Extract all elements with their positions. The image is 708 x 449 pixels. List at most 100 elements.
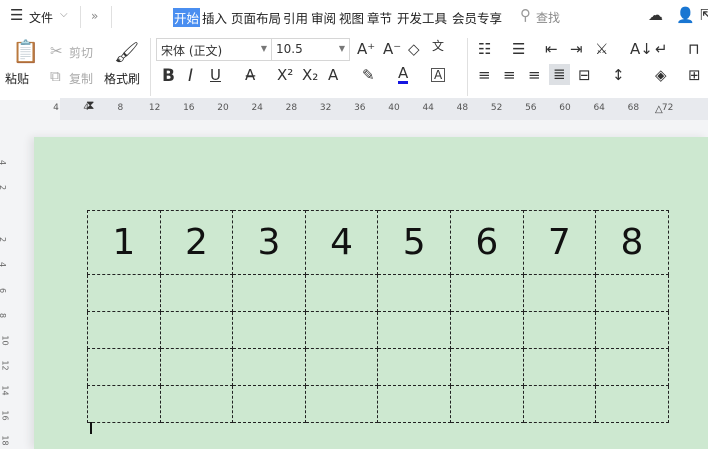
table-cell[interactable] <box>377 385 451 423</box>
more-tabs-button[interactable]: » <box>91 9 98 23</box>
table-cell[interactable] <box>232 385 306 423</box>
table-cell[interactable] <box>304 311 379 349</box>
align-center-icon[interactable]: ≡ <box>503 68 516 83</box>
line-spacing-icon[interactable]: ↕ <box>612 68 625 83</box>
tab-5[interactable]: 视图 <box>339 8 364 27</box>
tab-2[interactable]: 页面布局 <box>231 8 281 27</box>
table-cell[interactable] <box>304 348 379 386</box>
decrease-indent-icon[interactable]: ⇤ <box>545 42 558 57</box>
tab-8[interactable]: 会员专享 <box>452 8 502 27</box>
bold-icon[interactable]: B <box>162 68 175 85</box>
share-icon[interactable]: ⇱ <box>700 8 708 23</box>
indent-marker-icon[interactable]: ⧗ <box>86 98 94 113</box>
table-cell[interactable] <box>232 274 306 312</box>
add-user-icon[interactable]: 👤 <box>676 8 695 23</box>
numbered-list-icon[interactable]: ☰ <box>512 42 525 57</box>
file-menu[interactable]: 文件 <box>29 9 53 26</box>
table-cell[interactable] <box>449 311 524 349</box>
tab-7[interactable]: 开发工具 <box>397 8 447 27</box>
table-cell[interactable] <box>87 311 161 349</box>
underline-icon[interactable]: U <box>210 68 221 83</box>
table-cell[interactable] <box>87 385 161 423</box>
table-cell[interactable]: 5 <box>377 210 451 275</box>
increase-font-icon[interactable]: A⁺ <box>357 42 375 57</box>
font-color-icon[interactable]: A <box>398 66 409 84</box>
table-cell[interactable]: 7 <box>522 210 597 275</box>
table-cell[interactable] <box>87 274 161 312</box>
show-marks-icon[interactable]: ↵ <box>655 42 668 57</box>
char-border-icon[interactable]: A <box>431 68 446 82</box>
justify-icon[interactable]: ≣ <box>549 64 570 85</box>
text-effect-icon[interactable]: A <box>328 68 338 83</box>
increase-indent-icon[interactable]: ⇥ <box>570 42 583 57</box>
table-cell[interactable]: 2 <box>159 210 234 275</box>
document-table[interactable]: 12345678 <box>87 210 669 423</box>
format-painter-button[interactable]: 格式刷 <box>104 70 140 87</box>
eraser-icon[interactable]: ◇ <box>408 42 420 57</box>
table-cell[interactable] <box>522 348 597 386</box>
tab-1[interactable]: 插入 <box>202 8 227 27</box>
align-right-icon[interactable]: ≡ <box>528 68 541 83</box>
font-size-select[interactable]: 10.5 ▼ <box>271 38 350 61</box>
distribute-icon[interactable]: ⊟ <box>578 68 591 83</box>
format-painter-icon[interactable]: 🖌 <box>114 42 139 62</box>
italic-icon[interactable]: I <box>188 68 193 85</box>
table-cell[interactable] <box>522 311 597 349</box>
right-indent-icon[interactable]: △ <box>655 104 663 115</box>
chinese-layout-icon[interactable]: ⚔ <box>595 42 608 57</box>
superscript-icon[interactable]: X² <box>277 68 293 83</box>
subscript-icon[interactable]: X₂ <box>302 68 318 83</box>
decrease-font-icon[interactable]: A⁻ <box>383 42 401 57</box>
table-cell[interactable] <box>595 311 669 349</box>
table-cell[interactable]: 3 <box>232 210 306 275</box>
strikethrough-icon[interactable]: A̶ <box>245 68 255 83</box>
tab-6[interactable]: 章节 <box>367 8 392 27</box>
search-button[interactable]: 查找 <box>536 9 560 26</box>
vertical-ruler[interactable]: 4 2 2 4 6 8 10 12 14 16 18 <box>0 130 12 449</box>
bullet-list-icon[interactable]: ☷ <box>478 42 491 57</box>
borders-icon[interactable]: ⊞ <box>688 68 701 83</box>
cut-button[interactable]: 剪切 <box>69 44 93 61</box>
table-cell[interactable] <box>595 274 669 312</box>
paste-icon[interactable]: 📋 <box>12 42 39 64</box>
table-cell[interactable] <box>595 385 669 423</box>
chevron-down-icon[interactable]: ⌵ <box>60 10 68 20</box>
table-cell[interactable] <box>232 311 306 349</box>
sort-icon[interactable]: A↓ <box>630 42 653 57</box>
table-cell[interactable] <box>377 348 451 386</box>
highlight-icon[interactable]: ✎ <box>362 68 375 83</box>
cloud-icon[interactable]: ☁ <box>648 8 663 23</box>
table-cell[interactable] <box>595 348 669 386</box>
table-cell[interactable] <box>304 274 379 312</box>
horizontal-ruler[interactable]: 4 4 8 12 16 20 24 28 32 36 40 44 48 52 56 60 64 68 72 <box>53 98 708 120</box>
table-cell[interactable] <box>159 348 234 386</box>
font-name-select[interactable]: 宋体 (正文) ▼ <box>156 38 272 61</box>
table-cell[interactable] <box>522 385 597 423</box>
table-cell[interactable]: 8 <box>595 210 669 275</box>
phonetic-icon[interactable]: 文 <box>432 40 444 52</box>
tab-ruler-icon[interactable]: ⊓ <box>688 42 700 57</box>
table-cell[interactable] <box>304 385 379 423</box>
tab-3[interactable]: 引用 <box>283 8 308 27</box>
copy-button[interactable]: 复制 <box>69 70 93 87</box>
table-cell[interactable] <box>159 274 234 312</box>
table-cell[interactable] <box>232 348 306 386</box>
paste-button[interactable]: 粘贴 <box>5 70 29 87</box>
table-cell[interactable]: 6 <box>449 210 524 275</box>
tab-4[interactable]: 审阅 <box>311 8 336 27</box>
hamburger-menu-icon[interactable]: ☰ <box>10 8 23 23</box>
search-icon[interactable]: ⚲ <box>520 8 531 23</box>
table-cell[interactable]: 1 <box>87 210 161 275</box>
table-cell[interactable] <box>449 385 524 423</box>
table-cell[interactable] <box>449 348 524 386</box>
table-cell[interactable] <box>377 274 451 312</box>
shading-icon[interactable]: ◈ <box>655 68 667 83</box>
table-cell[interactable] <box>87 348 161 386</box>
table-cell[interactable]: 4 <box>304 210 379 275</box>
tab-0[interactable]: 开始 <box>173 8 201 27</box>
table-cell[interactable] <box>159 311 234 349</box>
table-cell[interactable] <box>522 274 597 312</box>
table-cell[interactable] <box>377 311 451 349</box>
table-cell[interactable] <box>159 385 234 423</box>
align-left-icon[interactable]: ≡ <box>478 68 491 83</box>
